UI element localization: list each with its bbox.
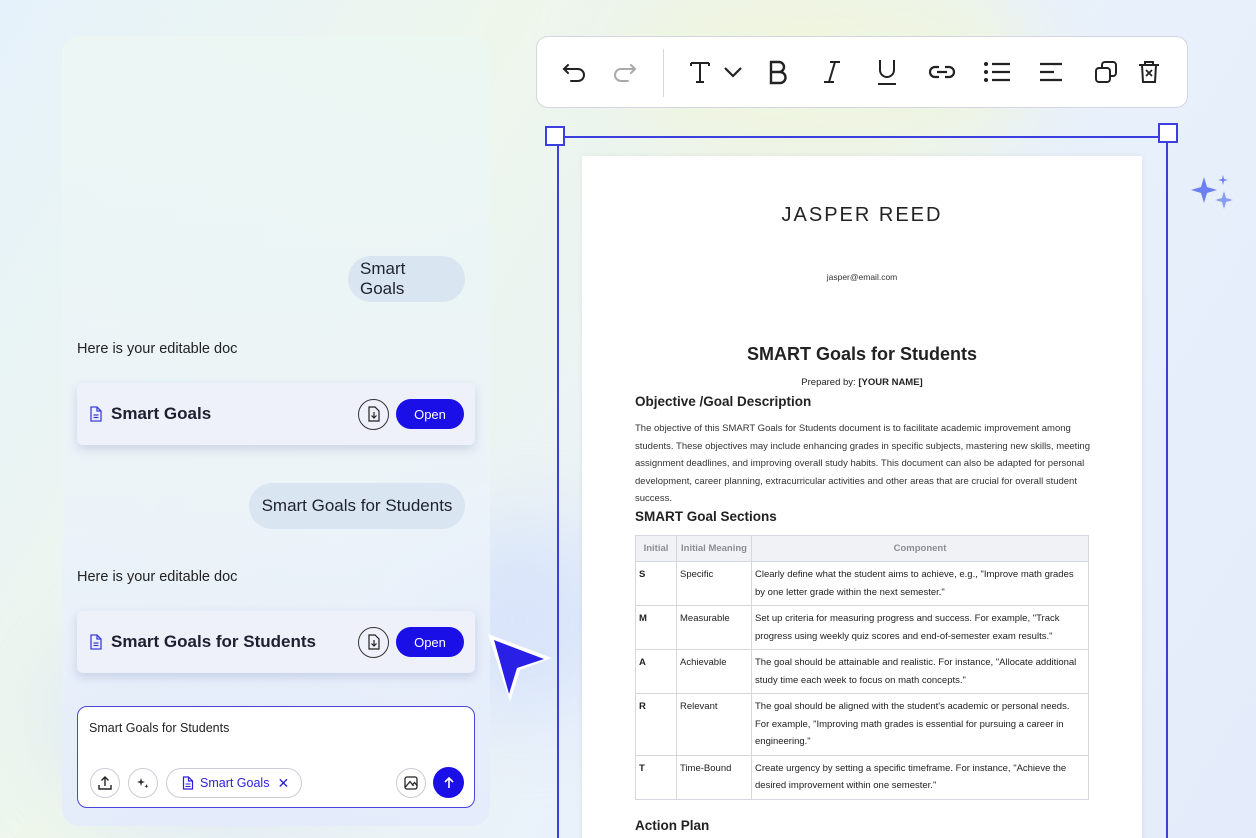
cursor-arrow-icon (488, 634, 552, 702)
table-header: Initial Meaning (676, 535, 752, 562)
document-icon (89, 406, 103, 422)
section-heading: SMART Goal Sections (635, 509, 777, 524)
bullet-list-icon[interactable] (982, 57, 1012, 87)
document-page[interactable]: JASPER REED jasper@email.com SMART Goals… (582, 156, 1142, 838)
objective-paragraph: The objective of this SMART Goals for St… (635, 423, 1091, 504)
assistant-message: Here is your editable doc (77, 569, 238, 585)
link-icon[interactable] (927, 57, 957, 87)
undo-icon[interactable] (560, 57, 590, 87)
table-row: M Measurable Set up criteria for measuri… (635, 605, 1089, 650)
editor-toolbar (536, 36, 1188, 108)
doc-card-title: Smart Goals for Students (111, 632, 316, 651)
table-cell: Create urgency by setting a specific tim… (751, 754, 1089, 800)
upload-button[interactable] (90, 768, 120, 798)
attachment-chip-label: Smart Goals (200, 776, 270, 790)
table-header: Component (751, 535, 1089, 562)
table-row: T Time-Bound Create urgency by setting a… (635, 754, 1089, 800)
table-row: A Achievable The goal should be attainab… (635, 649, 1089, 694)
ai-enhance-button[interactable] (128, 768, 158, 798)
section-heading: Action Plan (635, 818, 710, 833)
chevron-down-icon[interactable] (718, 57, 748, 87)
resize-handle[interactable] (545, 126, 565, 146)
resize-handle[interactable] (1158, 123, 1178, 143)
prepared-value: [YOUR NAME] (858, 377, 923, 388)
table-cell: The goal should be aligned with the stud… (751, 693, 1089, 756)
section-heading: Objective /Goal Description (635, 394, 812, 409)
document-icon (89, 634, 103, 650)
table-cell: R (635, 693, 677, 756)
sparkle-icon (137, 778, 149, 789)
doc-card[interactable]: Smart Goals Open (77, 383, 475, 445)
toolbar-divider (663, 49, 664, 97)
text-style-icon[interactable] (685, 57, 715, 87)
underline-icon[interactable] (872, 57, 902, 87)
doc-prepared-by: Prepared by: [YOUR NAME] (582, 377, 1142, 388)
gallery-icon (404, 776, 418, 790)
chat-panel: Smart Goals Here is your editable doc Sm… (62, 36, 490, 826)
table-cell: A (635, 649, 677, 694)
table-row: R Relevant The goal should be aligned wi… (635, 693, 1089, 756)
download-button[interactable] (358, 626, 389, 658)
table-cell: Set up criteria for measuring progress a… (751, 605, 1089, 650)
table-cell: The goal should be attainable and realis… (751, 649, 1089, 694)
arrow-up-icon (443, 776, 454, 788)
doc-title: SMART Goals for Students (746, 344, 977, 364)
doc-card[interactable]: Smart Goals for Students Open (77, 611, 475, 673)
table-cell: Achievable (676, 649, 752, 694)
redo-icon[interactable] (609, 57, 639, 87)
user-message: Smart Goals (348, 256, 465, 302)
send-button[interactable] (433, 767, 464, 798)
sparkle-icon (1191, 175, 1233, 209)
download-icon (367, 634, 380, 650)
table-cell: T (635, 754, 677, 800)
download-icon (367, 406, 380, 422)
assistant-message: Here is your editable doc (77, 341, 238, 357)
smart-goals-table: Initial Initial Meaning Component S Spec… (635, 535, 1089, 800)
open-button[interactable]: Open (396, 627, 464, 657)
open-button[interactable]: Open (396, 399, 464, 429)
table-cell: Relevant (676, 693, 752, 756)
prepared-label: Prepared by: (801, 377, 856, 388)
duplicate-icon[interactable] (1091, 57, 1121, 87)
bold-icon[interactable] (763, 57, 793, 87)
table-cell: S (635, 561, 677, 606)
doc-author-email: jasper@email.com (826, 272, 898, 282)
table-cell: M (635, 605, 677, 650)
align-left-icon[interactable] (1036, 57, 1066, 87)
attachment-chip[interactable]: Smart Goals ✕ (166, 768, 302, 798)
table-cell: Specific (676, 561, 752, 606)
doc-card-title: Smart Goals (111, 404, 212, 423)
table-cell: Measurable (676, 605, 752, 650)
table-cell: Clearly define what the student aims to … (751, 561, 1089, 606)
message-composer[interactable]: Smart Goals for Students Smart Goals ✕ (77, 706, 475, 808)
document-icon (182, 776, 194, 790)
user-message: Smart Goals for Students (249, 483, 465, 529)
table-row: S Specific Clearly define what the stude… (635, 561, 1089, 606)
italic-icon[interactable] (817, 57, 847, 87)
download-button[interactable] (358, 398, 389, 430)
templates-button[interactable] (396, 768, 426, 798)
remove-attachment-icon[interactable]: ✕ (277, 775, 289, 792)
table-header: Initial (635, 535, 677, 562)
delete-icon[interactable] (1134, 57, 1164, 87)
table-cell: Time-Bound (676, 754, 752, 800)
upload-icon (98, 776, 112, 790)
composer-input[interactable]: Smart Goals for Students (89, 721, 229, 735)
doc-author-name: JASPER REED (781, 204, 943, 226)
